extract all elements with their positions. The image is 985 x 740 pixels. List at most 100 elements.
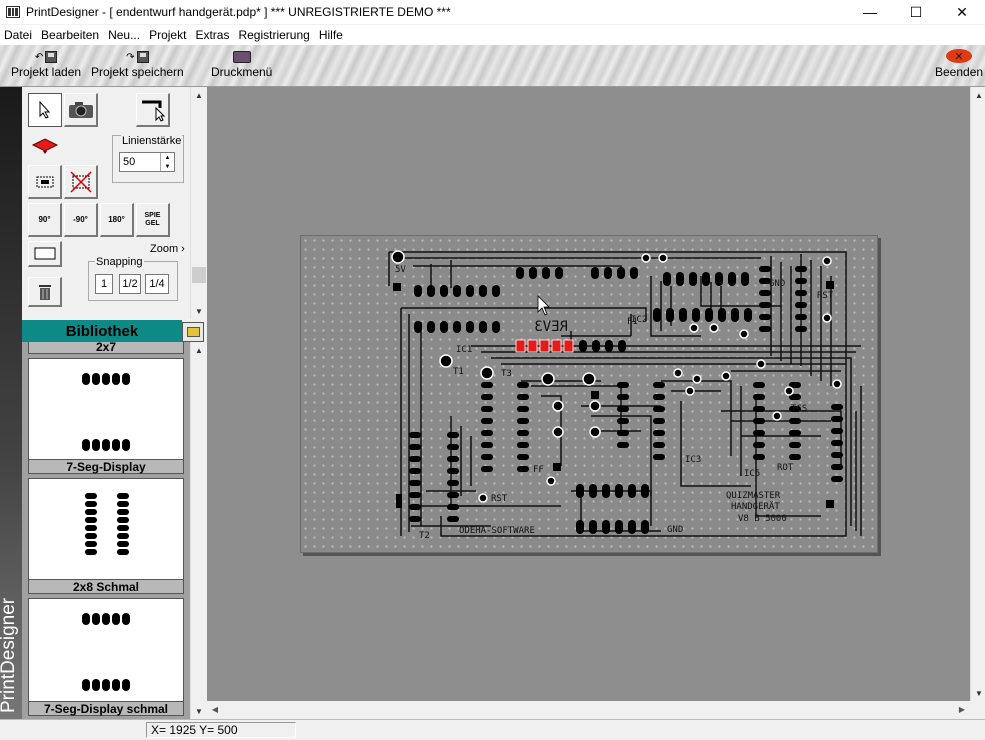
- line-draw-tool[interactable]: [136, 93, 170, 127]
- snap-quarter-button[interactable]: 1/4: [145, 274, 169, 294]
- zoom-link[interactable]: Zoom ›: [150, 243, 185, 255]
- load-disk-icon: ↶: [33, 49, 59, 63]
- canvas-hscrollbar[interactable]: ◀ ▶: [207, 701, 970, 718]
- brand-strip: PrintDesigner: [0, 87, 22, 719]
- library-item-caption: 2x7: [29, 342, 183, 354]
- save-project-label: Projekt speichern: [91, 65, 184, 79]
- board-label-ff: FF: [533, 465, 544, 475]
- library-item-2x7[interactable]: 2x7: [28, 342, 184, 354]
- exit-icon: ✕: [946, 49, 973, 63]
- deselect-tool[interactable]: [64, 165, 98, 199]
- board-label-rot: ROT: [777, 463, 794, 473]
- title-bar: PrintDesigner - [ endentwurf handgerät.p…: [0, 0, 985, 24]
- library-scroll-up-icon[interactable]: ▲: [191, 342, 207, 358]
- printer-icon: [229, 49, 255, 63]
- canvas-scroll-left-icon[interactable]: ◀: [207, 701, 223, 718]
- board-label-f1: F1: [627, 317, 638, 327]
- board-label-rst-2: RST: [817, 291, 834, 301]
- board-label-t3: T3: [501, 369, 512, 379]
- board-label-gnd-2: GND: [769, 279, 785, 289]
- library-folder-button[interactable]: [182, 322, 204, 342]
- canvas-vscrollbar[interactable]: ▲ ▼: [970, 87, 985, 701]
- tool-panel-scrollbar[interactable]: ▲ ▼: [190, 87, 206, 319]
- library-item-2x8-schmal[interactable]: 2x8 Schmal: [28, 478, 184, 594]
- close-button[interactable]: ✕: [939, 0, 985, 24]
- maximize-button[interactable]: ☐: [893, 0, 939, 24]
- line-width-input[interactable]: 50 ▲ ▼: [119, 152, 175, 172]
- library-item-caption: 2x8 Schmal: [29, 579, 183, 594]
- rotate-minus90-icon: -90°: [73, 215, 88, 224]
- rotate-180-tool[interactable]: 180°: [100, 203, 134, 237]
- mirror-icon: SPIE GEL: [144, 211, 161, 227]
- canvas-scroll-down-icon[interactable]: ▼: [971, 685, 985, 701]
- select-area-tool[interactable]: [28, 165, 62, 199]
- select-rect-icon: [36, 176, 53, 187]
- layer-tool[interactable]: [28, 129, 62, 163]
- save-project-button[interactable]: ↷ Projekt speichern: [91, 49, 184, 79]
- board-software-label: ODEHA-SOFTWARE: [459, 526, 535, 536]
- library-header: Bibliothek: [22, 320, 182, 342]
- scroll-down-icon[interactable]: ▼: [191, 303, 207, 319]
- folder-icon: [186, 327, 200, 337]
- app-icon: [6, 6, 20, 18]
- line-width-spinner[interactable]: ▲ ▼: [160, 153, 174, 171]
- menu-extras[interactable]: Extras: [195, 28, 236, 42]
- print-menu-button[interactable]: Druckmenü: [211, 49, 272, 79]
- rotate-90-tool[interactable]: 90°: [28, 203, 62, 237]
- board-label-ic1: IC1: [456, 345, 472, 355]
- library-scroll-down-icon[interactable]: ▼: [191, 703, 207, 719]
- coordinate-readout: X= 1925 Y= 500: [146, 722, 296, 738]
- menu-registrierung[interactable]: Registrierung: [238, 28, 316, 42]
- board-quiz-3: V8 B 5000: [738, 514, 787, 524]
- minimize-button[interactable]: —: [847, 0, 893, 24]
- scroll-up-icon[interactable]: ▲: [191, 87, 207, 103]
- menu-neu[interactable]: Neu...: [108, 28, 147, 42]
- library-item-7seg-schmal[interactable]: 7-Seg-Display schmal: [28, 598, 184, 716]
- rectangle-icon: [34, 247, 55, 259]
- camera-icon: [68, 101, 93, 118]
- load-project-label: Projekt laden: [11, 65, 82, 79]
- load-project-button[interactable]: ↶ Projekt laden: [11, 49, 81, 79]
- board-rev-label: REV3: [534, 319, 568, 335]
- status-bar: X= 1925 Y= 500: [0, 719, 985, 740]
- board-label-tcs: TCS: [791, 404, 807, 414]
- rotate-minus90-tool[interactable]: -90°: [64, 203, 98, 237]
- snap-1-button[interactable]: 1: [95, 274, 113, 294]
- deselect-icon: [69, 170, 92, 193]
- design-canvas[interactable]: REV3 QUIZMASTER HANDGERÄT V8 B 5000 ODEH…: [207, 87, 970, 701]
- trash-icon: [38, 284, 51, 300]
- pcb-layout: REV3 QUIZMASTER HANDGERÄT V8 B 5000 ODEH…: [388, 250, 862, 541]
- menu-bearbeiten[interactable]: Bearbeiten: [41, 28, 106, 42]
- tool-panel: Linienstärke 50 ▲ ▼ 90° -90° 180° SPIE GE…: [22, 87, 190, 319]
- library-scrollbar[interactable]: ▲ ▼: [190, 342, 206, 719]
- line-pointer-icon: [141, 100, 165, 122]
- camera-tool[interactable]: [64, 93, 98, 127]
- board-label-ic5: IC5: [744, 469, 760, 479]
- delete-tool[interactable]: [28, 277, 62, 307]
- menu-hilfe[interactable]: Hilfe: [319, 28, 350, 42]
- snap-half-button[interactable]: 1/2: [119, 274, 141, 294]
- menu-projekt[interactable]: Projekt: [149, 28, 193, 42]
- snapping-group: Snapping 1 1/2 1/4: [88, 256, 178, 301]
- red-board-icon: [31, 138, 59, 154]
- canvas-scroll-up-icon[interactable]: ▲: [971, 87, 985, 103]
- pointer-icon: [39, 101, 51, 119]
- scroll-thumb[interactable]: [192, 267, 206, 283]
- library-item-caption: 7-Seg-Display: [29, 459, 183, 474]
- exit-button[interactable]: ✕ Beenden: [935, 49, 983, 79]
- window-title: PrintDesigner - [ endentwurf handgerät.p…: [26, 5, 451, 19]
- canvas-scroll-right-icon[interactable]: ▶: [954, 701, 970, 718]
- exit-label: Beenden: [935, 65, 984, 79]
- rotate-90-icon: 90°: [38, 215, 51, 224]
- library-scroll-track: [192, 358, 206, 698]
- board-quiz-1: QUIZMASTER: [726, 491, 781, 501]
- brand-label: PrintDesigner: [0, 597, 19, 713]
- pcb-board[interactable]: REV3 QUIZMASTER HANDGERÄT V8 B 5000 ODEH…: [300, 235, 878, 553]
- menu-datei[interactable]: Datei: [4, 28, 39, 42]
- select-tool[interactable]: [28, 93, 62, 127]
- snapping-label: Snapping: [95, 256, 144, 268]
- mirror-tool[interactable]: SPIE GEL: [136, 203, 170, 237]
- library-item-7seg[interactable]: 7-Seg-Display: [28, 358, 184, 474]
- rectangle-tool[interactable]: [28, 241, 62, 267]
- board-label-rst: RST: [491, 494, 508, 504]
